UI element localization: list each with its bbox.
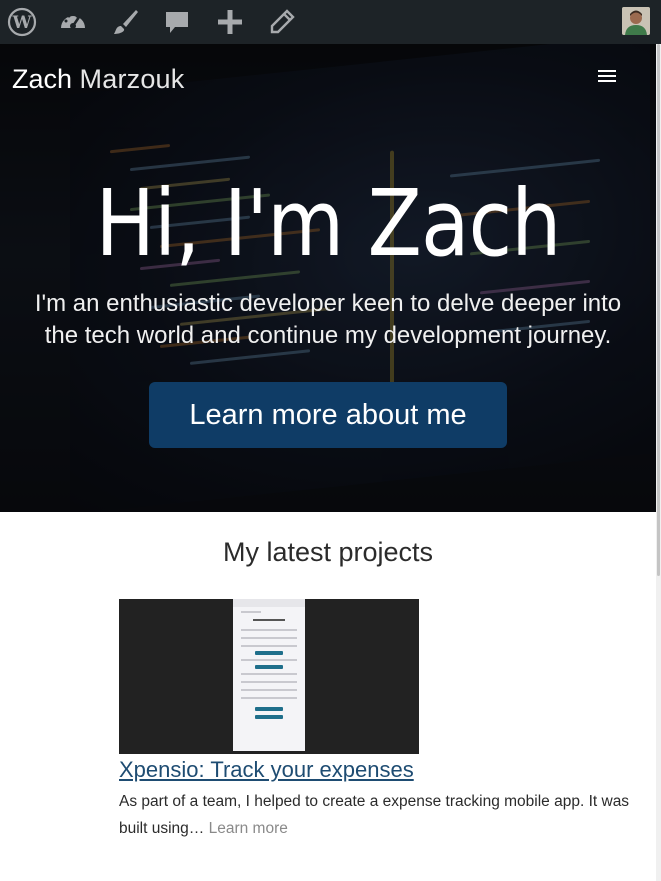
brand-first-name: Zach: [12, 64, 73, 94]
project-thumbnail[interactable]: [119, 599, 419, 754]
hero-section: Zach Marzouk Hi, I'm Zach I'm an enthusi…: [0, 44, 656, 512]
project-excerpt-text: As part of a team, I helped to create a …: [119, 793, 630, 837]
edit-icon[interactable]: [266, 6, 298, 38]
scrollbar[interactable]: [656, 44, 661, 881]
hero-subtitle: I'm an enthusiastic developer keen to de…: [34, 290, 622, 349]
hamburger-menu-icon[interactable]: [598, 70, 616, 84]
learn-more-link[interactable]: Learn more: [209, 820, 288, 837]
dashboard-icon[interactable]: [57, 6, 89, 38]
project-title-link[interactable]: Xpensio: Track your expenses: [119, 757, 414, 783]
avatar[interactable]: [622, 7, 650, 35]
site-title[interactable]: Zach Marzouk: [12, 64, 184, 95]
brand-last-name: Marzouk: [79, 64, 185, 94]
wordpress-icon[interactable]: W: [6, 6, 38, 38]
scrollbar-thumb[interactable]: [657, 44, 660, 576]
new-content-icon[interactable]: [214, 6, 246, 38]
customize-icon[interactable]: [109, 6, 141, 38]
svg-text:W: W: [11, 13, 32, 33]
project-excerpt: As part of a team, I helped to create a …: [119, 788, 651, 842]
learn-more-about-me-button[interactable]: Learn more about me: [149, 382, 507, 448]
projects-heading: My latest projects: [222, 537, 434, 567]
admin-bar: W: [0, 0, 661, 44]
app-screenshot: [233, 599, 305, 751]
comments-icon[interactable]: [161, 6, 193, 38]
hero-title: Hi, I'm Zach: [95, 170, 561, 277]
